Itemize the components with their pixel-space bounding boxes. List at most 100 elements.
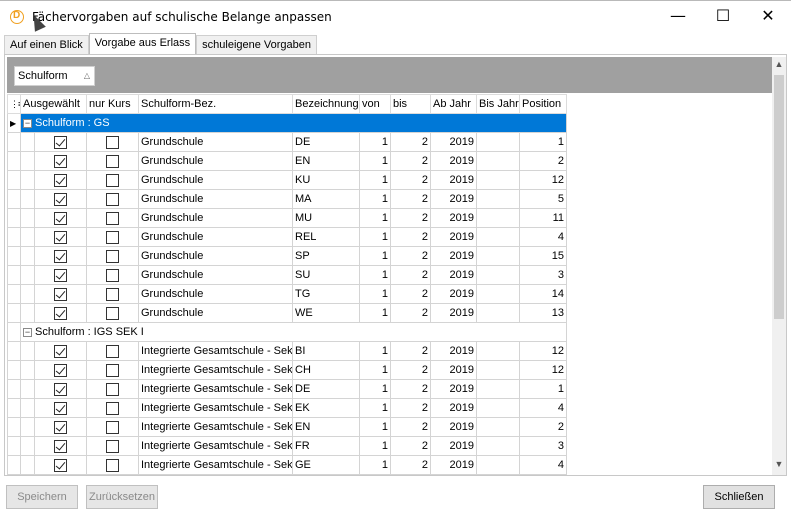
- von-cell[interactable]: 1: [359, 170, 391, 190]
- group-row[interactable]: − Schulform : IGS SEK I: [7, 322, 567, 342]
- nur-kurs-checkbox[interactable]: [106, 458, 119, 472]
- ausgewaehlt-checkbox[interactable]: [54, 363, 67, 377]
- table-row[interactable]: Integrierte Gesamtschule - Sek GE 1 2 2019 4: [7, 455, 567, 475]
- bezeichnung-cell[interactable]: BI: [292, 341, 360, 361]
- bis-jahr-cell[interactable]: [476, 170, 520, 190]
- ab-jahr-cell[interactable]: [430, 474, 477, 475]
- schulform-cell[interactable]: Grundschule: [138, 265, 293, 285]
- ab-jahr-cell[interactable]: 2019: [430, 246, 477, 266]
- schulform-cell[interactable]: Integrierte Gesamtschule - Sek: [138, 455, 293, 475]
- column-header-schulform-bez[interactable]: Schulform-Bez.: [138, 94, 293, 114]
- nur-kurs-cell[interactable]: [86, 303, 139, 323]
- column-header-position[interactable]: Position: [519, 94, 567, 114]
- ausgewaehlt-checkbox[interactable]: [54, 154, 67, 168]
- ab-jahr-cell[interactable]: 2019: [430, 265, 477, 285]
- bis-cell[interactable]: 2: [390, 398, 431, 418]
- ausgewaehlt-checkbox[interactable]: [54, 135, 67, 149]
- table-row[interactable]: Grundschule SP 1 2 2019 15: [7, 246, 567, 266]
- schulform-cell[interactable]: Grundschule: [138, 208, 293, 228]
- ab-jahr-cell[interactable]: 2019: [430, 398, 477, 418]
- von-cell[interactable]: [359, 474, 391, 475]
- ausgewaehlt-checkbox[interactable]: [54, 401, 67, 415]
- bis-jahr-cell[interactable]: [476, 246, 520, 266]
- nur-kurs-cell[interactable]: [86, 398, 139, 418]
- table-row[interactable]: Grundschule DE 1 2 2019 1: [7, 132, 567, 152]
- nur-kurs-cell[interactable]: [86, 132, 139, 152]
- position-cell[interactable]: 3: [519, 436, 567, 456]
- group-row[interactable]: ▶ − Schulform : GS: [7, 113, 567, 133]
- ab-jahr-cell[interactable]: 2019: [430, 189, 477, 209]
- von-cell[interactable]: 1: [359, 189, 391, 209]
- ausgewaehlt-cell[interactable]: [34, 265, 87, 285]
- column-header-bis[interactable]: bis: [390, 94, 431, 114]
- table-row[interactable]: Grundschule MU 1 2 2019 11: [7, 208, 567, 228]
- position-cell[interactable]: 12: [519, 341, 567, 361]
- nur-kurs-checkbox[interactable]: [106, 306, 119, 320]
- bis-cell[interactable]: 2: [390, 227, 431, 247]
- minimize-button[interactable]: —: [655, 1, 701, 33]
- table-row[interactable]: Grundschule WE 1 2 2019 13: [7, 303, 567, 323]
- schulform-cell[interactable]: Grundschule: [138, 132, 293, 152]
- nur-kurs-checkbox[interactable]: [106, 287, 119, 301]
- ausgewaehlt-cell[interactable]: [34, 379, 87, 399]
- schulform-cell[interactable]: Grundschule: [138, 246, 293, 266]
- ab-jahr-cell[interactable]: 2019: [430, 208, 477, 228]
- bis-jahr-cell[interactable]: [476, 132, 520, 152]
- nur-kurs-checkbox[interactable]: [106, 344, 119, 358]
- nur-kurs-checkbox[interactable]: [106, 382, 119, 396]
- bis-jahr-cell[interactable]: [476, 341, 520, 361]
- ausgewaehlt-cell[interactable]: [34, 151, 87, 171]
- schulform-cell[interactable]: Grundschule: [138, 284, 293, 304]
- bis-cell[interactable]: 2: [390, 170, 431, 190]
- bezeichnung-cell[interactable]: CH: [292, 360, 360, 380]
- ausgewaehlt-cell[interactable]: [34, 398, 87, 418]
- ab-jahr-cell[interactable]: 2019: [430, 170, 477, 190]
- column-header-bis-jahr[interactable]: Bis Jahr: [476, 94, 520, 114]
- nur-kurs-checkbox[interactable]: [106, 268, 119, 282]
- column-chooser-icon[interactable]: ⋮≡: [7, 94, 21, 114]
- position-cell[interactable]: 12: [519, 170, 567, 190]
- ausgewaehlt-checkbox[interactable]: [54, 173, 67, 187]
- nur-kurs-cell[interactable]: [86, 246, 139, 266]
- nur-kurs-checkbox[interactable]: [106, 363, 119, 377]
- scroll-up-icon[interactable]: ▲: [772, 59, 786, 73]
- bezeichnung-cell[interactable]: REL: [292, 227, 360, 247]
- table-row[interactable]: Integrierte Gesamtschule - Sek EN 1 2 2019 2: [7, 417, 567, 437]
- von-cell[interactable]: 1: [359, 455, 391, 475]
- nur-kurs-cell[interactable]: [86, 360, 139, 380]
- nur-kurs-checkbox[interactable]: [106, 135, 119, 149]
- ausgewaehlt-cell[interactable]: [34, 436, 87, 456]
- bezeichnung-cell[interactable]: EN: [292, 151, 360, 171]
- bezeichnung-cell[interactable]: EN: [292, 417, 360, 437]
- bis-cell[interactable]: 2: [390, 436, 431, 456]
- position-cell[interactable]: 1: [519, 132, 567, 152]
- schulform-cell[interactable]: Integrierte Gesamtschule - Sek: [138, 360, 293, 380]
- table-row[interactable]: Grundschule KU 1 2 2019 12: [7, 170, 567, 190]
- bis-jahr-cell[interactable]: [476, 189, 520, 209]
- von-cell[interactable]: 1: [359, 246, 391, 266]
- ab-jahr-cell[interactable]: 2019: [430, 360, 477, 380]
- vertical-scrollbar[interactable]: ▲ ▼: [772, 57, 786, 475]
- ausgewaehlt-checkbox[interactable]: [54, 420, 67, 434]
- ausgewaehlt-cell[interactable]: [34, 303, 87, 323]
- ab-jahr-cell[interactable]: 2019: [430, 151, 477, 171]
- bezeichnung-cell[interactable]: DE: [292, 132, 360, 152]
- bezeichnung-cell[interactable]: MU: [292, 208, 360, 228]
- nur-kurs-cell[interactable]: [86, 227, 139, 247]
- ausgewaehlt-cell[interactable]: [34, 132, 87, 152]
- ausgewaehlt-checkbox[interactable]: [54, 382, 67, 396]
- position-cell[interactable]: 12: [519, 360, 567, 380]
- nur-kurs-cell[interactable]: [86, 341, 139, 361]
- ab-jahr-cell[interactable]: 2019: [430, 436, 477, 456]
- bezeichnung-cell[interactable]: SP: [292, 246, 360, 266]
- scroll-down-icon[interactable]: ▼: [772, 459, 786, 473]
- schulform-cell[interactable]: Integrierte Gesamtschule - Sek: [138, 436, 293, 456]
- bis-cell[interactable]: 2: [390, 417, 431, 437]
- table-row[interactable]: Integrierte Gesamtschule - Sek CH 1 2 2019 12: [7, 360, 567, 380]
- ab-jahr-cell[interactable]: 2019: [430, 417, 477, 437]
- ab-jahr-cell[interactable]: 2019: [430, 379, 477, 399]
- nur-kurs-cell[interactable]: [86, 189, 139, 209]
- ausgewaehlt-checkbox[interactable]: [54, 268, 67, 282]
- bis-jahr-cell[interactable]: [476, 265, 520, 285]
- bis-jahr-cell[interactable]: [476, 455, 520, 475]
